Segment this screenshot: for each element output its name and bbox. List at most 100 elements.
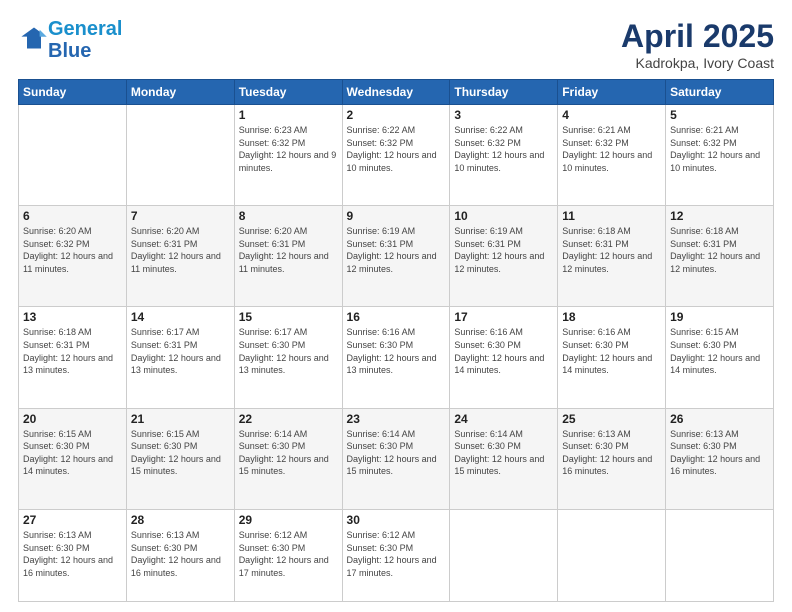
calendar-cell: 20 Sunrise: 6:15 AM Sunset: 6:30 PM Dayli… xyxy=(19,408,127,509)
day-number: 13 xyxy=(23,310,122,324)
day-number: 23 xyxy=(347,412,446,426)
day-number: 20 xyxy=(23,412,122,426)
day-number: 22 xyxy=(239,412,338,426)
calendar-day-header: Friday xyxy=(558,80,666,105)
day-info: Sunrise: 6:16 AM Sunset: 6:30 PM Dayligh… xyxy=(562,326,661,376)
calendar-cell xyxy=(558,509,666,601)
day-number: 9 xyxy=(347,209,446,223)
calendar-cell: 25Sunrise: 6:13 AM Sunset: 6:30 PM Dayli… xyxy=(558,408,666,509)
calendar-cell: 16 Sunrise: 6:16 AM Sunset: 6:30 PM Dayli… xyxy=(342,307,450,408)
calendar-cell: 24 Sunrise: 6:14 AM Sunset: 6:30 PM Dayli… xyxy=(450,408,558,509)
day-number: 29 xyxy=(239,513,338,527)
day-number: 4 xyxy=(562,108,661,122)
calendar-cell: 22 Sunrise: 6:14 AM Sunset: 6:30 PM Dayli… xyxy=(234,408,342,509)
calendar-cell: 18 Sunrise: 6:16 AM Sunset: 6:30 PM Dayli… xyxy=(558,307,666,408)
subtitle: Kadrokpa, Ivory Coast xyxy=(621,55,774,71)
calendar-cell: 10Sunrise: 6:19 AM Sunset: 6:31 PM Dayli… xyxy=(450,206,558,307)
calendar-cell: 29 Sunrise: 6:12 AM Sunset: 6:30 PM Dayli… xyxy=(234,509,342,601)
day-info: Sunrise: 6:21 AM Sunset: 6:32 PM Dayligh… xyxy=(670,124,769,174)
calendar-cell xyxy=(450,509,558,601)
calendar-cell xyxy=(666,509,774,601)
calendar-cell xyxy=(19,105,127,206)
day-number: 1 xyxy=(239,108,338,122)
day-number: 21 xyxy=(131,412,230,426)
day-number: 8 xyxy=(239,209,338,223)
calendar-cell: 28 Sunrise: 6:13 AM Sunset: 6:30 PM Dayli… xyxy=(126,509,234,601)
day-info: Sunrise: 6:15 AM Sunset: 6:30 PM Dayligh… xyxy=(23,428,122,478)
page: General Blue April 2025 Kadrokpa, Ivory … xyxy=(0,0,792,612)
calendar-cell: 2Sunrise: 6:22 AM Sunset: 6:32 PM Daylig… xyxy=(342,105,450,206)
day-number: 18 xyxy=(562,310,661,324)
day-number: 16 xyxy=(347,310,446,324)
day-info: Sunrise: 6:20 AM Sunset: 6:31 PM Dayligh… xyxy=(131,225,230,275)
calendar-day-header: Thursday xyxy=(450,80,558,105)
day-info: Sunrise: 6:13 AM Sunset: 6:30 PM Dayligh… xyxy=(23,529,122,579)
day-number: 19 xyxy=(670,310,769,324)
calendar-cell: 4 Sunrise: 6:21 AM Sunset: 6:32 PM Daylig… xyxy=(558,105,666,206)
day-info: Sunrise: 6:18 AM Sunset: 6:31 PM Dayligh… xyxy=(562,225,661,275)
calendar-cell: 3Sunrise: 6:22 AM Sunset: 6:32 PM Daylig… xyxy=(450,105,558,206)
day-number: 12 xyxy=(670,209,769,223)
main-title: April 2025 xyxy=(621,18,774,55)
day-info: Sunrise: 6:15 AM Sunset: 6:30 PM Dayligh… xyxy=(131,428,230,478)
calendar-cell: 30 Sunrise: 6:12 AM Sunset: 6:30 PM Dayli… xyxy=(342,509,450,601)
day-info: Sunrise: 6:22 AM Sunset: 6:32 PM Dayligh… xyxy=(347,124,446,174)
calendar-day-header: Tuesday xyxy=(234,80,342,105)
logo-line2: Blue xyxy=(48,40,91,62)
day-number: 6 xyxy=(23,209,122,223)
day-number: 26 xyxy=(670,412,769,426)
day-info: Sunrise: 6:16 AM Sunset: 6:30 PM Dayligh… xyxy=(347,326,446,376)
day-info: Sunrise: 6:13 AM Sunset: 6:30 PM Dayligh… xyxy=(131,529,230,579)
day-info: Sunrise: 6:18 AM Sunset: 6:31 PM Dayligh… xyxy=(23,326,122,376)
day-number: 11 xyxy=(562,209,661,223)
day-info: Sunrise: 6:18 AM Sunset: 6:31 PM Dayligh… xyxy=(670,225,769,275)
calendar-day-header: Monday xyxy=(126,80,234,105)
calendar-cell: 5 Sunrise: 6:21 AM Sunset: 6:32 PM Daylig… xyxy=(666,105,774,206)
calendar-cell: 12 Sunrise: 6:18 AM Sunset: 6:31 PM Dayli… xyxy=(666,206,774,307)
day-info: Sunrise: 6:20 AM Sunset: 6:31 PM Dayligh… xyxy=(239,225,338,275)
calendar-cell: 17 Sunrise: 6:16 AM Sunset: 6:30 PM Dayli… xyxy=(450,307,558,408)
calendar-cell: 23 Sunrise: 6:14 AM Sunset: 6:30 PM Dayli… xyxy=(342,408,450,509)
day-number: 24 xyxy=(454,412,553,426)
calendar-cell: 26 Sunrise: 6:13 AM Sunset: 6:30 PM Dayli… xyxy=(666,408,774,509)
day-number: 7 xyxy=(131,209,230,223)
day-number: 5 xyxy=(670,108,769,122)
header: General Blue April 2025 Kadrokpa, Ivory … xyxy=(18,18,774,71)
day-info: Sunrise: 6:12 AM Sunset: 6:30 PM Dayligh… xyxy=(239,529,338,579)
calendar-cell: 14Sunrise: 6:17 AM Sunset: 6:31 PM Dayli… xyxy=(126,307,234,408)
day-info: Sunrise: 6:22 AM Sunset: 6:32 PM Dayligh… xyxy=(454,124,553,174)
calendar-cell: 6 Sunrise: 6:20 AM Sunset: 6:32 PM Daylig… xyxy=(19,206,127,307)
calendar-cell: 11 Sunrise: 6:18 AM Sunset: 6:31 PM Dayli… xyxy=(558,206,666,307)
day-info: Sunrise: 6:12 AM Sunset: 6:30 PM Dayligh… xyxy=(347,529,446,579)
day-number: 30 xyxy=(347,513,446,527)
calendar-cell xyxy=(126,105,234,206)
calendar-day-header: Saturday xyxy=(666,80,774,105)
calendar-cell: 9 Sunrise: 6:19 AM Sunset: 6:31 PM Daylig… xyxy=(342,206,450,307)
day-info: Sunrise: 6:19 AM Sunset: 6:31 PM Dayligh… xyxy=(347,225,446,275)
day-info: Sunrise: 6:14 AM Sunset: 6:30 PM Dayligh… xyxy=(454,428,553,478)
day-number: 27 xyxy=(23,513,122,527)
logo: General Blue xyxy=(18,18,122,62)
day-info: Sunrise: 6:20 AM Sunset: 6:32 PM Dayligh… xyxy=(23,225,122,275)
logo-text: General Blue xyxy=(48,18,122,62)
day-info: Sunrise: 6:19 AM Sunset: 6:31 PM Dayligh… xyxy=(454,225,553,275)
day-info: Sunrise: 6:23 AM Sunset: 6:32 PM Dayligh… xyxy=(239,124,338,174)
day-info: Sunrise: 6:16 AM Sunset: 6:30 PM Dayligh… xyxy=(454,326,553,376)
calendar-cell: 19 Sunrise: 6:15 AM Sunset: 6:30 PM Dayli… xyxy=(666,307,774,408)
day-info: Sunrise: 6:14 AM Sunset: 6:30 PM Dayligh… xyxy=(239,428,338,478)
day-info: Sunrise: 6:21 AM Sunset: 6:32 PM Dayligh… xyxy=(562,124,661,174)
day-info: Sunrise: 6:13 AM Sunset: 6:30 PM Dayligh… xyxy=(670,428,769,478)
logo-icon xyxy=(20,24,48,52)
calendar-cell: 13 Sunrise: 6:18 AM Sunset: 6:31 PM Dayli… xyxy=(19,307,127,408)
calendar-cell: 8 Sunrise: 6:20 AM Sunset: 6:31 PM Daylig… xyxy=(234,206,342,307)
day-number: 28 xyxy=(131,513,230,527)
day-number: 15 xyxy=(239,310,338,324)
day-info: Sunrise: 6:17 AM Sunset: 6:30 PM Dayligh… xyxy=(239,326,338,376)
day-info: Sunrise: 6:14 AM Sunset: 6:30 PM Dayligh… xyxy=(347,428,446,478)
calendar-cell: 21 Sunrise: 6:15 AM Sunset: 6:30 PM Dayli… xyxy=(126,408,234,509)
title-block: April 2025 Kadrokpa, Ivory Coast xyxy=(621,18,774,71)
day-info: Sunrise: 6:17 AM Sunset: 6:31 PM Dayligh… xyxy=(131,326,230,376)
day-number: 17 xyxy=(454,310,553,324)
calendar-table: SundayMondayTuesdayWednesdayThursdayFrid… xyxy=(18,79,774,602)
day-info: Sunrise: 6:15 AM Sunset: 6:30 PM Dayligh… xyxy=(670,326,769,376)
